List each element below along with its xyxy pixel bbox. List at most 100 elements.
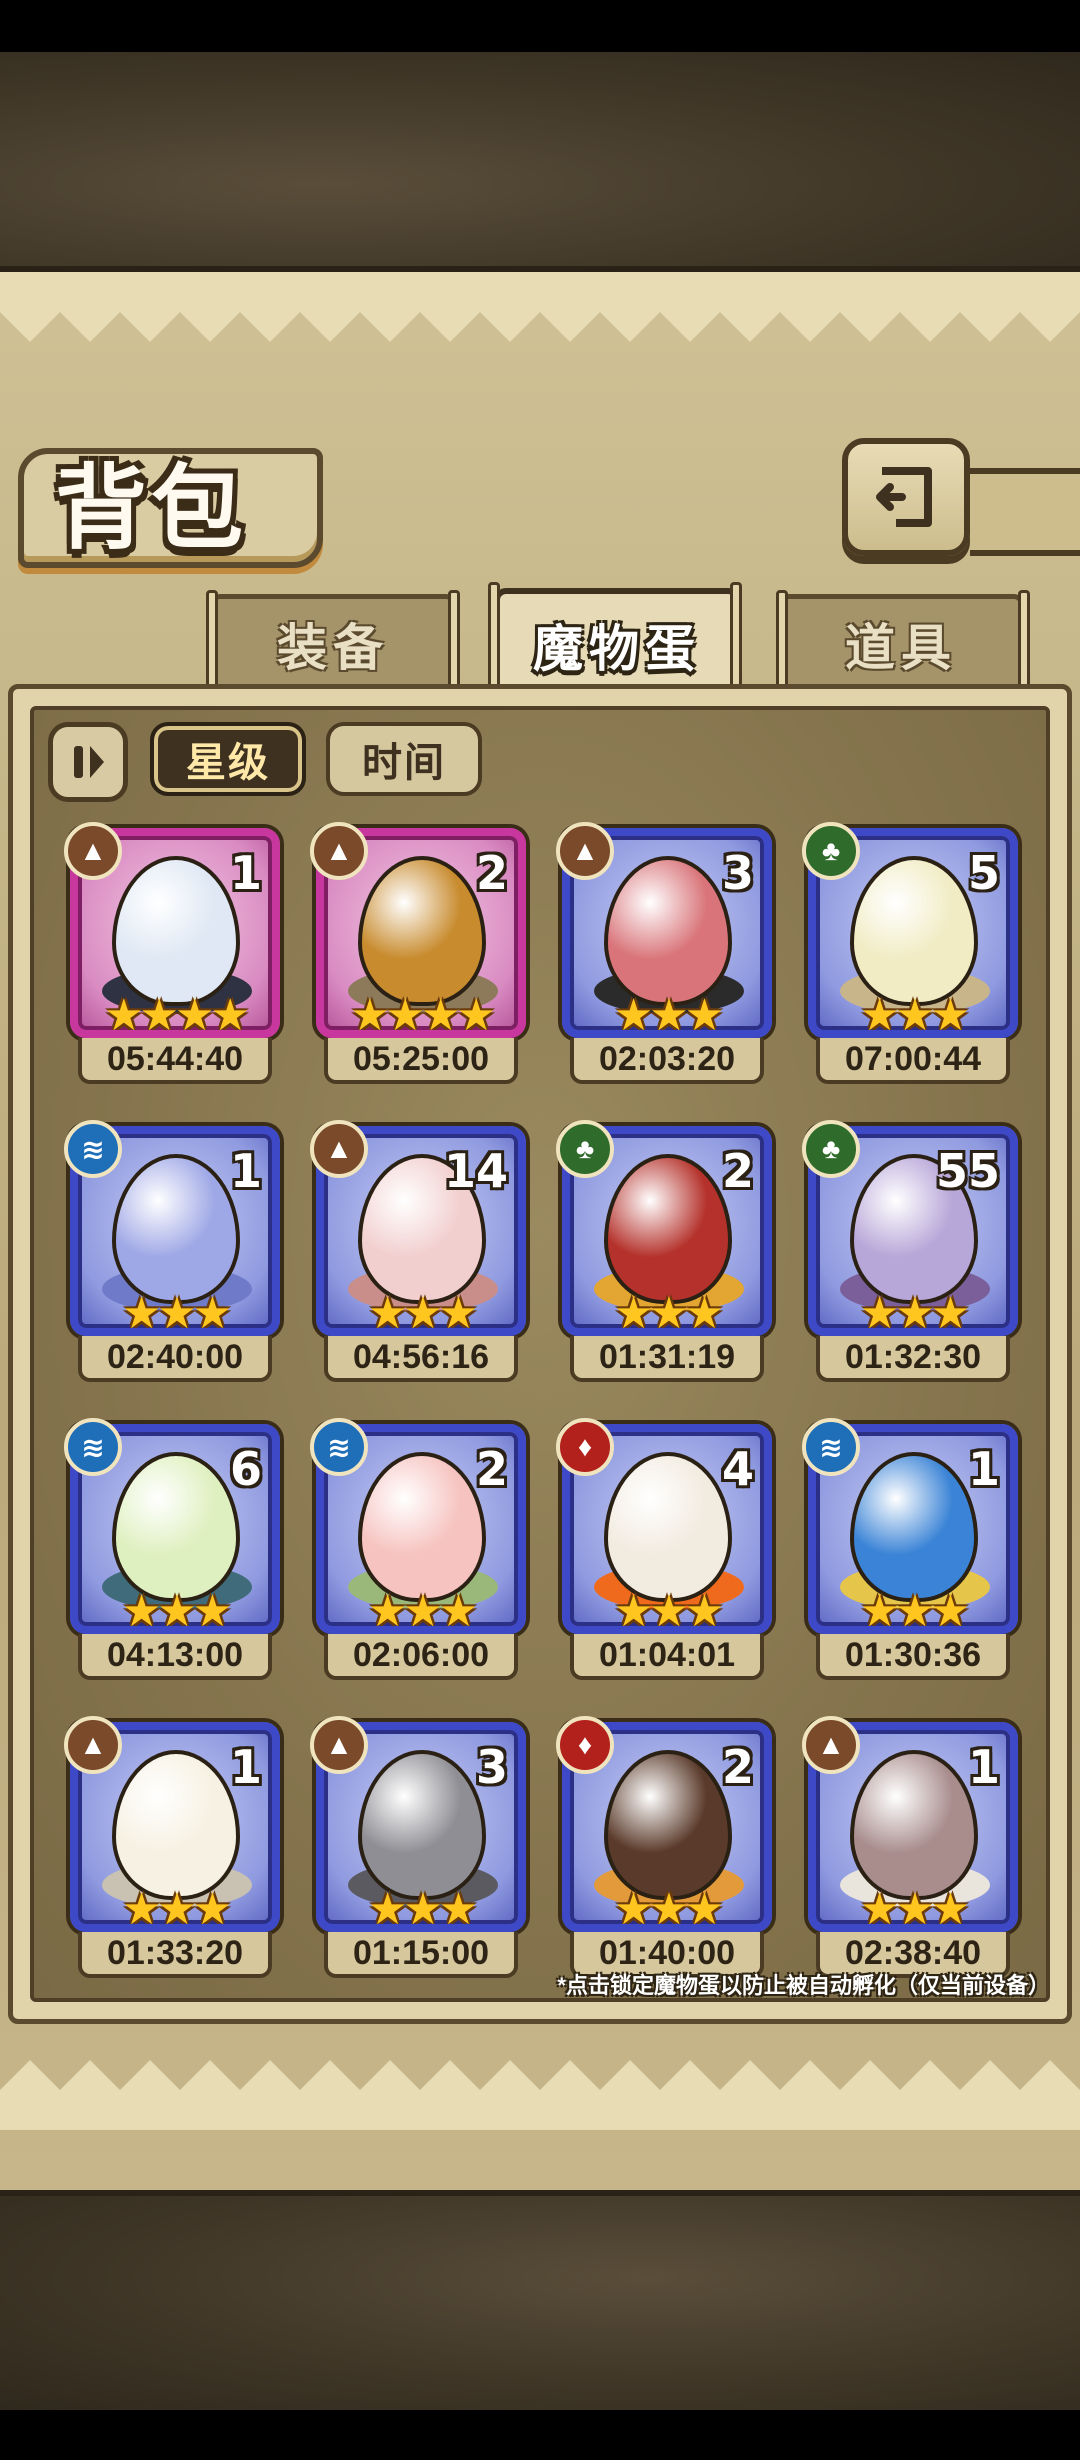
egg-count: 1 [967, 1740, 1000, 1794]
map-background-bottom [0, 2190, 1080, 2410]
back-button[interactable] [842, 438, 970, 556]
egg-card[interactable]: 1 ★★★ ▲ 01:33:20 [64, 1716, 280, 1978]
torn-edge-top [0, 272, 1080, 342]
wood-element-icon: ♣ [802, 1120, 860, 1178]
monster-egg-image [850, 856, 978, 1006]
egg-card[interactable]: 55 ★★★ ♣ 01:32:30 [802, 1120, 1018, 1382]
egg-count: 1 [229, 846, 262, 900]
earth-element-icon: ▲ [64, 1716, 122, 1774]
egg-count: 1 [229, 1144, 262, 1198]
page-title: 背包 [55, 454, 248, 562]
star-rating: ★★★ [613, 1289, 724, 1336]
hatch-timer: 04:56:16 [324, 1336, 518, 1382]
star-rating: ★★★ [121, 1885, 232, 1932]
earth-element-icon: ▲ [802, 1716, 860, 1774]
hatch-timer: 05:25:00 [324, 1038, 518, 1084]
monster-egg-image [112, 856, 240, 1006]
egg-count: 5 [967, 846, 1000, 900]
egg-card[interactable]: 3 ★★★ ▲ 01:15:00 [310, 1716, 526, 1978]
tab-items[interactable]: 道具 [778, 594, 1024, 688]
egg-card[interactable]: 2 ★★★★ ▲ 05:25:00 [310, 822, 526, 1084]
back-arrow-icon [876, 467, 932, 527]
star-rating: ★★★ [859, 1587, 970, 1634]
egg-count: 1 [229, 1740, 262, 1794]
hatch-timer: 01:15:00 [324, 1932, 518, 1978]
tab-equipment[interactable]: 装备 [210, 594, 456, 688]
star-rating: ★★★ [859, 991, 970, 1038]
monster-egg-image [604, 1154, 732, 1304]
water-element-icon: ≋ [802, 1418, 860, 1476]
egg-count: 2 [475, 846, 508, 900]
egg-card[interactable]: 2 ★★★ ♦ 01:40:00 [556, 1716, 772, 1978]
water-element-icon: ≋ [64, 1418, 122, 1476]
egg-count: 2 [721, 1740, 754, 1794]
monster-egg-image [850, 1452, 978, 1602]
pause-lock-icon [74, 746, 104, 778]
egg-card[interactable]: 4 ★★★ ♦ 01:04:01 [556, 1418, 772, 1680]
egg-card[interactable]: 1 ★★★ ▲ 02:38:40 [802, 1716, 1018, 1978]
monster-egg-image [358, 856, 486, 1006]
tab-monster-eggs[interactable]: 魔物蛋 [494, 588, 740, 696]
egg-card[interactable]: 1 ★★★ ≋ 02:40:00 [64, 1120, 280, 1382]
monster-egg-image [604, 1452, 732, 1602]
egg-card[interactable]: 2 ★★★ ≋ 02:06:00 [310, 1418, 526, 1680]
lock-hint-text: *点击锁定魔物蛋以防止被自动孵化（仅当前设备） [557, 1973, 1050, 1998]
star-rating: ★★★ [367, 1587, 478, 1634]
hatch-timer: 07:00:44 [816, 1038, 1010, 1084]
egg-count: 2 [475, 1442, 508, 1496]
egg-card[interactable]: 14 ★★★ ▲ 04:56:16 [310, 1120, 526, 1382]
navigation-bar [0, 2410, 1080, 2460]
star-rating: ★★★ [121, 1587, 232, 1634]
hatch-timer: 05:44:40 [78, 1038, 272, 1084]
fire-element-icon: ♦ [556, 1418, 614, 1476]
water-element-icon: ≋ [64, 1120, 122, 1178]
hatch-timer: 01:04:01 [570, 1634, 764, 1680]
monster-egg-image [112, 1452, 240, 1602]
star-rating: ★★★ [613, 1885, 724, 1932]
fire-element-icon: ♦ [556, 1716, 614, 1774]
monster-egg-image [358, 1452, 486, 1602]
wood-element-icon: ♣ [802, 822, 860, 880]
monster-egg-image [850, 1750, 978, 1900]
egg-count: 1 [967, 1442, 1000, 1496]
earth-element-icon: ▲ [310, 1716, 368, 1774]
star-rating: ★★★★ [350, 991, 496, 1038]
egg-card[interactable]: 3 ★★★ ▲ 02:03:20 [556, 822, 772, 1084]
egg-card[interactable]: 6 ★★★ ≋ 04:13:00 [64, 1418, 280, 1680]
star-rating: ★★★ [613, 991, 724, 1038]
star-rating: ★★★ [367, 1885, 478, 1932]
monster-egg-image [358, 1750, 486, 1900]
earth-element-icon: ▲ [556, 822, 614, 880]
monster-egg-image [112, 1154, 240, 1304]
earth-element-icon: ▲ [310, 1120, 368, 1178]
egg-count: 55 [935, 1144, 1000, 1198]
star-rating: ★★★ [859, 1289, 970, 1336]
hatch-timer: 04:13:00 [78, 1634, 272, 1680]
egg-count: 3 [721, 846, 754, 900]
torn-edge-bottom [0, 2060, 1080, 2130]
egg-card[interactable]: 1 ★★★★ ▲ 05:44:40 [64, 822, 280, 1084]
egg-card[interactable]: 5 ★★★ ♣ 07:00:44 [802, 822, 1018, 1084]
back-button-rail [970, 468, 1080, 556]
egg-count: 2 [721, 1144, 754, 1198]
hatch-timer: 02:03:20 [570, 1038, 764, 1084]
status-bar [0, 0, 1080, 52]
egg-count: 3 [475, 1740, 508, 1794]
egg-count: 14 [443, 1144, 508, 1198]
monster-egg-image [604, 1750, 732, 1900]
wood-element-icon: ♣ [556, 1120, 614, 1178]
egg-count: 4 [721, 1442, 754, 1496]
hatch-timer: 01:31:19 [570, 1336, 764, 1382]
star-rating: ★★★ [121, 1289, 232, 1336]
star-rating: ★★★★ [104, 991, 250, 1038]
hatch-timer: 01:32:30 [816, 1336, 1010, 1382]
water-element-icon: ≋ [310, 1418, 368, 1476]
sort-by-star-button[interactable]: 星级 [150, 722, 306, 796]
sort-by-time-button[interactable]: 时间 [326, 722, 482, 796]
lock-toggle-button[interactable] [48, 722, 128, 802]
star-rating: ★★★ [367, 1289, 478, 1336]
earth-element-icon: ▲ [310, 822, 368, 880]
egg-card[interactable]: 1 ★★★ ≋ 01:30:36 [802, 1418, 1018, 1680]
egg-card[interactable]: 2 ★★★ ♣ 01:31:19 [556, 1120, 772, 1382]
star-rating: ★★★ [613, 1587, 724, 1634]
